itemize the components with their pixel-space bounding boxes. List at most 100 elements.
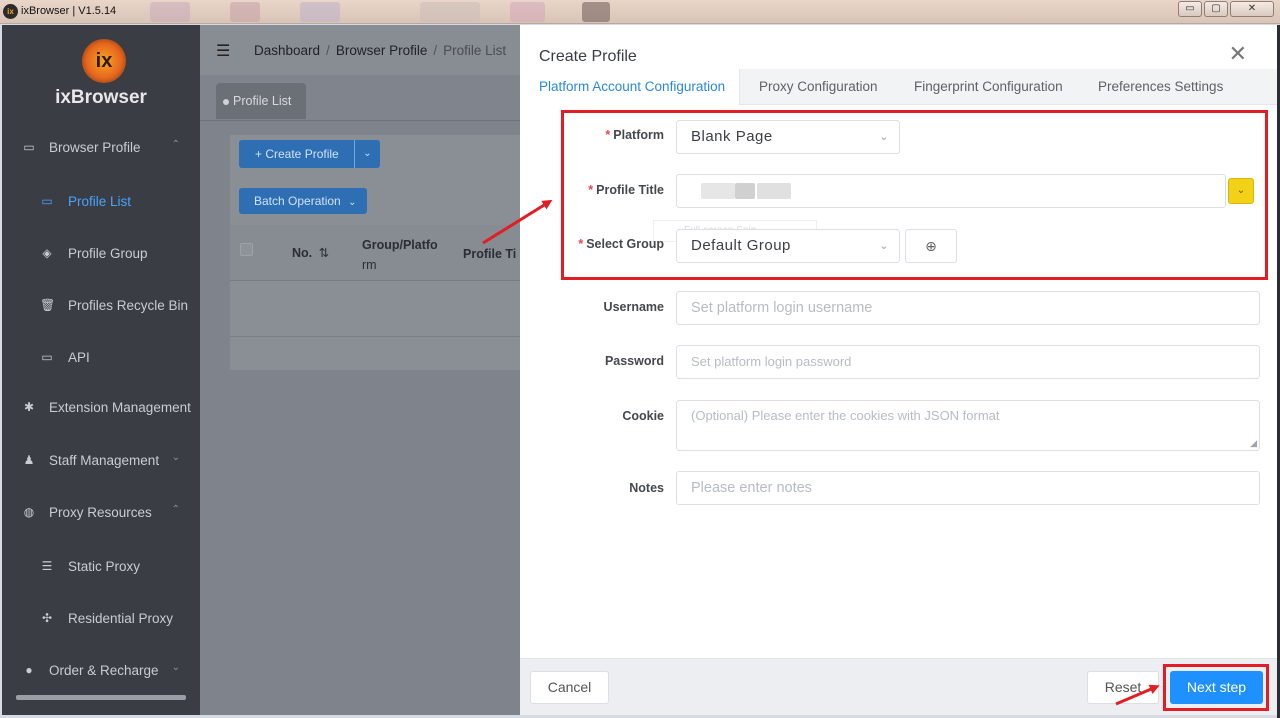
create-profile-label: + Create Profile	[255, 147, 339, 161]
required-asterisk: *	[578, 237, 584, 251]
sidebar-item-browser-profile[interactable]: ▭ Browser Profile ⌃	[2, 133, 200, 163]
tab-proxy-configuration[interactable]: Proxy Configuration	[759, 69, 878, 105]
dialog-title: Create Profile	[539, 48, 637, 65]
chevron-down-icon[interactable]: ⌄	[354, 140, 380, 168]
sidebar-item-label: Extension Management	[49, 400, 191, 415]
background-taskbar-blur	[420, 2, 480, 22]
select-all-checkbox[interactable]	[240, 243, 253, 256]
sidebar-item-label: API	[68, 350, 90, 365]
tab-fingerprint-configuration[interactable]: Fingerprint Configuration	[914, 69, 1063, 105]
chevron-up-icon: ⌃	[171, 504, 180, 515]
sidebar-item-api[interactable]: ▭ API	[2, 343, 200, 373]
tab-profile-list[interactable]: Profile List	[216, 83, 306, 119]
sidebar-item-label: Browser Profile	[49, 140, 141, 155]
redacted-text-block	[757, 183, 791, 199]
plus-circle-icon: ⊕	[925, 238, 937, 254]
dialog-footer: Cancel Reset Next step	[520, 658, 1277, 715]
sidebar-item-label: Profile List	[68, 194, 132, 209]
globe-icon: ◍	[23, 505, 35, 519]
group-select[interactable]: Default Group ⌄	[676, 229, 900, 263]
close-window-button[interactable]: ✕	[1230, 1, 1274, 17]
open-tabs-bar: Profile List	[200, 75, 520, 121]
menu-toggle-icon[interactable]: ☰	[216, 41, 230, 61]
trash-icon: 🗑	[40, 298, 56, 312]
sidebar-item-proxy-resources[interactable]: ◍ Proxy Resources ⌃	[2, 498, 200, 528]
chevron-down-icon: ⌄	[348, 197, 357, 208]
tab-platform-account-configuration[interactable]: Platform Account Configuration	[520, 69, 740, 105]
sidebar-item-extension-management[interactable]: ✱ Extension Management	[2, 393, 200, 423]
column-group-platform: Group/Platfo rm	[362, 235, 438, 275]
password-label: Password	[604, 354, 664, 368]
chevron-down-icon: ⌄	[879, 131, 889, 143]
sidebar-item-profiles-recycle-bin[interactable]: 🗑 Profiles Recycle Bin	[2, 291, 200, 321]
select-group-label-text: Select Group	[586, 237, 664, 251]
platform-label: * Platform	[544, 128, 664, 142]
group-value: Default Group	[691, 237, 791, 254]
sidebar-item-order-recharge[interactable]: ● Order & Recharge ⌄	[2, 656, 200, 686]
platform-value: Blank Page	[691, 128, 773, 145]
api-icon: ▭	[41, 350, 53, 364]
breadcrumb-browser-profile[interactable]: Browser Profile	[336, 43, 428, 58]
tab-preferences-settings[interactable]: Preferences Settings	[1098, 69, 1223, 105]
resize-handle-icon[interactable]: ◢	[1250, 439, 1257, 448]
minimize-button[interactable]: ▭	[1178, 1, 1202, 17]
breadcrumb-separator: /	[433, 43, 438, 58]
main-content: ☰ Dashboard / Browser Profile / Profile List…	[200, 25, 520, 715]
cancel-button[interactable]: Cancel	[530, 671, 609, 704]
background-taskbar-blur	[150, 2, 190, 22]
breadcrumb: Dashboard / Browser Profile / Profile List	[254, 43, 506, 58]
notes-input[interactable]: Please enter notes	[676, 471, 1260, 505]
platform-label-text: Platform	[613, 128, 664, 142]
platform-select[interactable]: Blank Page ⌄	[676, 120, 900, 154]
create-profile-button[interactable]: + Create Profile ⌄	[239, 140, 380, 168]
breadcrumb-separator: /	[326, 43, 330, 58]
sidebar-item-staff-management[interactable]: ♟ Staff Management ⌄	[2, 446, 200, 476]
column-no[interactable]: No. ⇅	[292, 245, 329, 260]
profile-title-label: * Profile Title	[544, 183, 664, 197]
column-group-label-line1: Group/Platfo	[362, 238, 438, 252]
network-icon: ✣	[41, 611, 53, 625]
sidebar-item-label: Staff Management	[49, 453, 160, 468]
next-step-button[interactable]: Next step	[1170, 671, 1263, 704]
batch-operation-label: Batch Operation	[254, 194, 341, 208]
batch-operation-button[interactable]: Batch Operation ⌄	[239, 188, 367, 214]
chevron-down-icon: ⌄	[171, 452, 180, 463]
sidebar-item-static-proxy[interactable]: ☰ Static Proxy	[2, 552, 200, 582]
sidebar-item-label: Static Proxy	[68, 559, 141, 574]
ixbrowser-logo: ix	[82, 39, 126, 83]
sidebar-item-residential-proxy[interactable]: ✣ Residential Proxy	[2, 604, 200, 634]
create-profile-dialog: Create Profile ✕ Platform Account Config…	[520, 25, 1277, 715]
redacted-text-block	[735, 183, 755, 199]
brand-name: ixBrowser	[55, 87, 147, 108]
sidebar-item-profile-list[interactable]: ▭ Profile List	[2, 187, 200, 217]
column-group-label-line2: rm	[362, 258, 377, 272]
cookie-placeholder: (Optional) Please enter the cookies with…	[691, 408, 1000, 423]
info-icon: ●	[25, 663, 33, 677]
sidebar-item-label: Order & Recharge	[49, 663, 159, 678]
username-input[interactable]: Set platform login username	[676, 291, 1260, 325]
sidebar: ix ixBrowser ▭ Browser Profile ⌃ ▭ Profi…	[2, 25, 200, 715]
breadcrumb-dashboard[interactable]: Dashboard	[254, 43, 320, 58]
password-input[interactable]: Set platform login password	[676, 345, 1260, 379]
tab-label: Profile List	[233, 94, 292, 108]
window-titlebar: ix ixBrowser | V1.5.14 ▭ ▢ ✕	[0, 0, 1280, 24]
layers-icon: ◈	[42, 246, 52, 260]
sidebar-item-label: Residential Proxy	[68, 611, 174, 626]
cookie-textarea[interactable]: (Optional) Please enter the cookies with…	[676, 400, 1260, 451]
column-profile-title: Profile Ti	[463, 247, 517, 261]
chevron-up-icon: ⌃	[171, 139, 180, 150]
user-icon: ♟	[23, 453, 35, 467]
window-icon: ▭	[23, 140, 35, 154]
sidebar-item-label: Proxy Resources	[49, 505, 152, 520]
sidebar-scrollbar[interactable]	[16, 695, 186, 700]
reset-button[interactable]: Reset	[1087, 671, 1159, 704]
add-group-button[interactable]: ⊕	[905, 229, 957, 263]
sidebar-item-profile-group[interactable]: ◈ Profile Group	[2, 239, 200, 269]
notes-label: Notes	[629, 481, 664, 495]
background-taskbar-blur	[230, 2, 260, 22]
close-icon[interactable]: ✕	[1229, 43, 1247, 65]
background-taskbar-blur	[582, 2, 610, 22]
maximize-button[interactable]: ▢	[1204, 1, 1228, 17]
generate-title-button[interactable]: ⌄	[1228, 178, 1254, 204]
profile-title-input[interactable]	[676, 174, 1226, 208]
